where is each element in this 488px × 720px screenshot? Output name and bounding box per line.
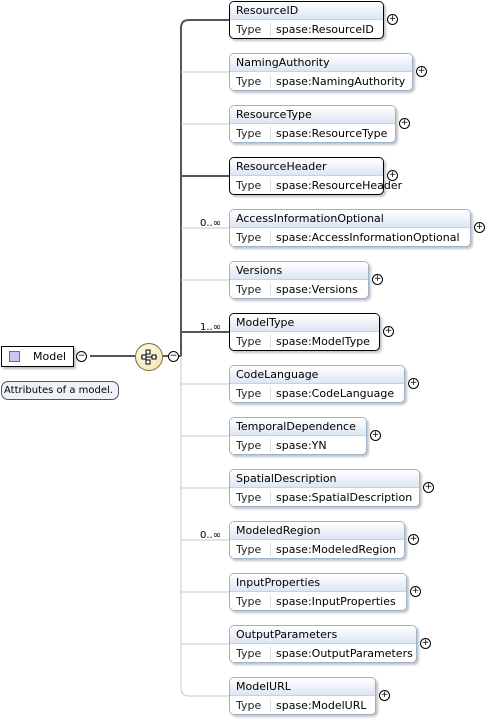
element-box[interactable]: AccessInformationOptional Type spase:Acces… xyxy=(229,209,471,247)
type-value: spase:ResourceType xyxy=(270,127,388,140)
element-name: ModelType xyxy=(230,314,379,332)
type-value: spase:ModelURL xyxy=(270,699,367,712)
expand-button[interactable]: + xyxy=(370,430,381,441)
element-name: ModelURL xyxy=(230,678,375,696)
type-value: spase:Versions xyxy=(270,283,358,296)
type-label: Type xyxy=(236,647,262,660)
child-trunk-line xyxy=(180,19,229,697)
element-box[interactable]: Versions Type spase:Versions xyxy=(229,261,369,299)
element-name: NamingAuthority xyxy=(230,54,412,72)
element-box[interactable]: ResourceID Type spase:ResourceID xyxy=(229,1,384,39)
type-value: spase:CodeLanguage xyxy=(270,387,395,400)
type-value: spase:OutputParameters xyxy=(270,647,413,660)
type-value: spase:ResourceID xyxy=(270,23,374,36)
expand-button[interactable]: + xyxy=(383,326,394,337)
type-value: spase:ModeledRegion xyxy=(270,543,397,556)
element-name: ResourceID xyxy=(230,2,383,20)
element-box[interactable]: SpatialDescription Type spase:SpatialDescr… xyxy=(229,469,420,507)
type-value: spase:ModelType xyxy=(270,335,370,348)
element-type-row: Type spase:ModeledRegion xyxy=(230,540,404,559)
element-name: TemporalDependence xyxy=(230,418,366,436)
expand-button[interactable]: + xyxy=(387,170,398,181)
expand-button[interactable]: + xyxy=(420,638,431,649)
expand-button[interactable]: + xyxy=(379,690,390,701)
element-box[interactable]: ResourceType Type spase:ResourceType xyxy=(229,105,396,143)
model-annotation: Attributes of a model. xyxy=(1,381,119,400)
type-label: Type xyxy=(236,75,262,88)
expand-button[interactable]: + xyxy=(408,534,419,545)
element-name: CodeLanguage xyxy=(230,366,404,384)
element-box[interactable]: TemporalDependence Type spase:YN xyxy=(229,417,367,455)
element-name: OutputParameters xyxy=(230,626,416,644)
sequence-icon xyxy=(141,349,157,365)
multiplicity-label: 1..∞ xyxy=(200,322,222,333)
required-trunk-line xyxy=(180,19,229,356)
type-label: Type xyxy=(236,543,262,556)
element-type-row: Type spase:SpatialDescription xyxy=(230,488,419,507)
element-name: AccessInformationOptional xyxy=(230,210,470,228)
type-label: Type xyxy=(236,179,262,192)
element-name: Versions xyxy=(230,262,368,280)
collapse-model-button[interactable]: − xyxy=(76,351,87,362)
model-element-label: Model xyxy=(33,350,67,363)
expand-button[interactable]: + xyxy=(410,586,421,597)
expand-button[interactable]: + xyxy=(423,482,434,493)
expand-button[interactable]: + xyxy=(399,118,410,129)
element-type-row: Type spase:OutputParameters xyxy=(230,644,416,663)
sequence-compositor-icon[interactable] xyxy=(135,343,163,371)
expand-button[interactable]: + xyxy=(474,222,485,233)
element-type-row: Type spase:NamingAuthority xyxy=(230,72,412,91)
element-box[interactable]: ResourceHeader Type spase:ResourceHeader xyxy=(229,157,403,195)
type-value: spase:YN xyxy=(270,439,327,452)
element-box[interactable]: InputProperties Type spase:InputProperties xyxy=(229,573,407,611)
element-name: ResourceHeader xyxy=(230,158,383,176)
element-box[interactable]: ModeledRegion Type spase:ModeledRegion xyxy=(229,521,405,559)
element-type-row: Type spase:ResourceID xyxy=(230,20,383,39)
element-type-row: Type spase:AccessInformationOptional xyxy=(230,228,470,247)
type-label: Type xyxy=(236,595,262,608)
expand-button[interactable]: + xyxy=(372,274,383,285)
multiplicity-label: 0..∞ xyxy=(200,218,222,229)
element-type-row: Type spase:YN xyxy=(230,436,366,455)
type-label: Type xyxy=(236,439,262,452)
element-type-row: Type spase:ModelType xyxy=(230,332,379,351)
type-label: Type xyxy=(236,231,262,244)
element-box[interactable]: NamingAuthority Type spase:NamingAuthority xyxy=(229,53,413,91)
expand-button[interactable]: + xyxy=(387,14,398,25)
collapse-sequence-button[interactable]: − xyxy=(168,351,179,362)
type-label: Type xyxy=(236,335,262,348)
element-name: ResourceType xyxy=(230,106,395,124)
type-label: Type xyxy=(236,283,262,296)
type-label: Type xyxy=(236,699,262,712)
type-value: spase:NamingAuthority xyxy=(270,75,406,88)
model-element-box[interactable]: Model xyxy=(1,346,74,367)
type-label: Type xyxy=(236,491,262,504)
type-label: Type xyxy=(236,387,262,400)
type-label: Type xyxy=(236,23,262,36)
element-type-row: Type spase:ModelURL xyxy=(230,696,375,715)
element-icon xyxy=(9,351,20,362)
element-type-row: Type spase:CodeLanguage xyxy=(230,384,404,403)
element-box[interactable]: CodeLanguage Type spase:CodeLanguage xyxy=(229,365,405,403)
type-value: spase:InputProperties xyxy=(270,595,396,608)
multiplicity-label: 0..∞ xyxy=(200,530,222,541)
element-box[interactable]: OutputParameters Type spase:OutputParamete… xyxy=(229,625,417,663)
element-type-row: Type spase:InputProperties xyxy=(230,592,406,611)
element-box[interactable]: ModelType Type spase:ModelType xyxy=(229,313,380,351)
element-name: SpatialDescription xyxy=(230,470,419,488)
expand-button[interactable]: + xyxy=(408,378,419,389)
element-name: InputProperties xyxy=(230,574,406,592)
expand-button[interactable]: + xyxy=(416,66,427,77)
type-label: Type xyxy=(236,127,262,140)
type-value: spase:AccessInformationOptional xyxy=(270,231,460,244)
element-type-row: Type spase:Versions xyxy=(230,280,368,299)
element-type-row: Type spase:ResourceType xyxy=(230,124,395,143)
element-name: ModeledRegion xyxy=(230,522,404,540)
type-value: spase:ResourceHeader xyxy=(270,179,403,192)
element-type-row: Type spase:ResourceHeader xyxy=(230,176,403,195)
type-value: spase:SpatialDescription xyxy=(270,491,413,504)
element-box[interactable]: ModelURL Type spase:ModelURL xyxy=(229,677,376,715)
